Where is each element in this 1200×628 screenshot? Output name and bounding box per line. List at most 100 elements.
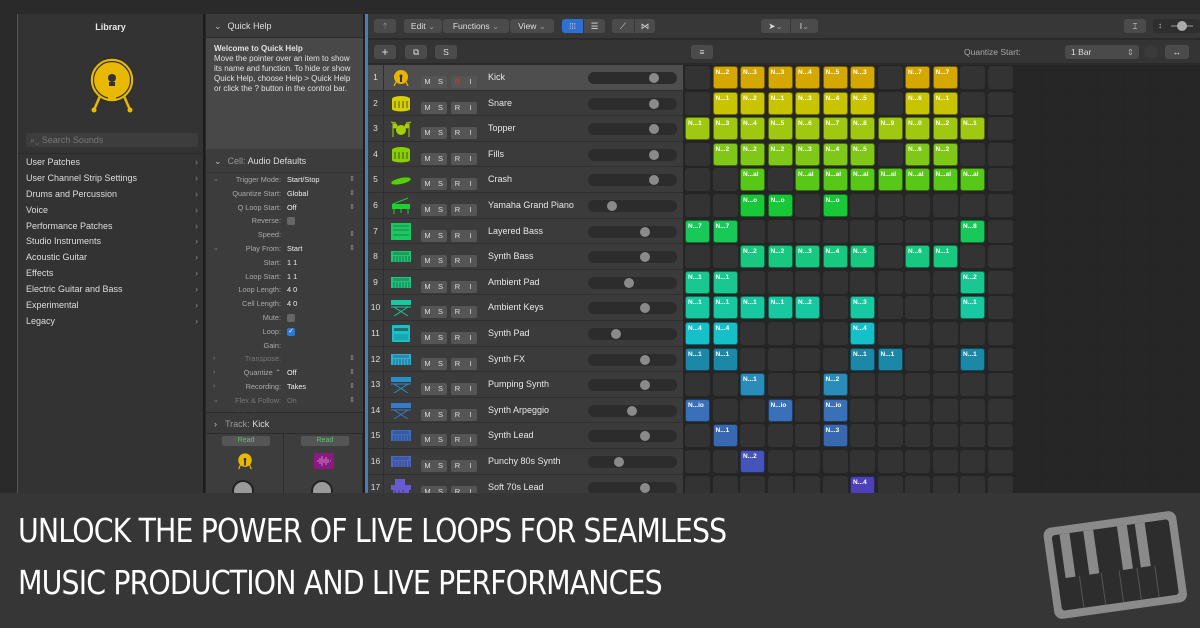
empty-cell-slot[interactable] bbox=[822, 219, 848, 243]
parameter-value[interactable]: 1 1 bbox=[287, 270, 297, 284]
solo-button[interactable]: S bbox=[434, 408, 447, 421]
empty-cell-slot[interactable] bbox=[1180, 219, 1200, 243]
loop-cell[interactable]: N...7 bbox=[822, 117, 848, 141]
track-row[interactable]: 11 MSRI Synth Pad bbox=[368, 321, 683, 347]
empty-cell-slot[interactable] bbox=[767, 450, 793, 473]
automation-mode-button[interactable]: Read bbox=[301, 436, 349, 446]
empty-cell-slot[interactable] bbox=[1015, 270, 1040, 294]
empty-cell-slot[interactable] bbox=[1015, 219, 1040, 243]
loop-cell[interactable]: N...2 bbox=[740, 91, 765, 115]
empty-cell-slot[interactable] bbox=[987, 91, 1013, 115]
loop-cell[interactable]: N...2 bbox=[712, 142, 738, 166]
record-enable-button[interactable]: R bbox=[451, 434, 464, 447]
empty-cell-slot[interactable] bbox=[1125, 142, 1150, 166]
record-enable-button[interactable]: R bbox=[451, 357, 464, 370]
input-monitor-button[interactable]: I bbox=[464, 306, 477, 319]
parameter-value[interactable]: Start bbox=[287, 242, 302, 256]
duplicate-button[interactable]: ⧉ bbox=[405, 45, 427, 59]
empty-cell-slot[interactable] bbox=[795, 322, 820, 345]
volume-slider[interactable] bbox=[588, 97, 677, 110]
track-row[interactable]: 10 MSRI Ambient Keys bbox=[368, 295, 683, 321]
spinner-icon[interactable]: ⇕ bbox=[349, 352, 355, 366]
spinner-icon[interactable]: ⇕ bbox=[349, 228, 355, 242]
empty-cell-slot[interactable] bbox=[1125, 270, 1150, 294]
empty-cell-slot[interactable] bbox=[1042, 194, 1068, 217]
empty-cell-slot[interactable] bbox=[850, 450, 875, 473]
pointer-tool-menu[interactable]: ➤⌄ bbox=[761, 19, 790, 33]
empty-cell-slot[interactable] bbox=[740, 398, 765, 422]
empty-cell-slot[interactable] bbox=[685, 66, 710, 89]
empty-cell-slot[interactable] bbox=[1152, 398, 1178, 422]
empty-cell-slot[interactable] bbox=[1180, 424, 1200, 448]
empty-cell-slot[interactable] bbox=[932, 424, 958, 448]
volume-slider[interactable] bbox=[588, 123, 677, 136]
volume-slider-thumb[interactable] bbox=[648, 73, 659, 83]
loop-cell[interactable]: N...1 bbox=[850, 347, 875, 371]
loop-cell[interactable]: N...3 bbox=[795, 245, 820, 269]
empty-cell-slot[interactable] bbox=[1070, 117, 1095, 141]
empty-cell-slot[interactable] bbox=[1180, 142, 1200, 166]
empty-cell-slot[interactable] bbox=[1070, 270, 1095, 294]
loop-cell[interactable]: N...1 bbox=[712, 270, 738, 294]
empty-cell-slot[interactable] bbox=[795, 270, 820, 294]
empty-cell-slot[interactable] bbox=[987, 66, 1013, 89]
empty-cell-slot[interactable] bbox=[877, 322, 903, 345]
empty-cell-slot[interactable] bbox=[932, 194, 958, 217]
empty-cell-slot[interactable] bbox=[1152, 245, 1178, 269]
volume-slider-thumb[interactable] bbox=[640, 482, 651, 493]
empty-cell-slot[interactable] bbox=[1042, 296, 1068, 320]
empty-cell-slot[interactable] bbox=[1070, 424, 1095, 448]
empty-cell-slot[interactable] bbox=[932, 219, 958, 243]
loop-cell[interactable]: N...3 bbox=[822, 424, 848, 448]
loop-cell[interactable]: N...5 bbox=[850, 91, 875, 115]
loop-cell[interactable]: N...4 bbox=[822, 245, 848, 269]
loop-cell[interactable]: N...al bbox=[822, 168, 848, 192]
library-category-item[interactable]: Voice › bbox=[18, 202, 204, 218]
empty-cell-slot[interactable] bbox=[987, 142, 1013, 166]
empty-cell-slot[interactable] bbox=[795, 398, 820, 422]
empty-cell-slot[interactable] bbox=[1180, 398, 1200, 422]
parameter-value[interactable]: Off bbox=[287, 366, 297, 380]
input-monitor-button[interactable]: I bbox=[464, 127, 477, 140]
empty-cell-slot[interactable] bbox=[987, 270, 1013, 294]
library-category-item[interactable]: Drums and Percussion › bbox=[18, 186, 204, 202]
empty-cell-slot[interactable] bbox=[987, 296, 1013, 320]
empty-cell-slot[interactable] bbox=[1152, 219, 1178, 243]
volume-slider[interactable] bbox=[588, 328, 677, 340]
empty-cell-slot[interactable] bbox=[767, 270, 793, 294]
empty-cell-slot[interactable] bbox=[1152, 296, 1178, 320]
empty-cell-slot[interactable] bbox=[877, 142, 903, 166]
empty-cell-slot[interactable] bbox=[1015, 398, 1040, 422]
loop-cell[interactable]: N...2 bbox=[767, 245, 793, 269]
solo-button[interactable]: S bbox=[434, 306, 447, 319]
empty-cell-slot[interactable] bbox=[1042, 117, 1068, 141]
spinner-icon[interactable]: ⇕ bbox=[349, 394, 355, 408]
empty-cell-slot[interactable] bbox=[850, 270, 875, 294]
empty-cell-slot[interactable] bbox=[932, 450, 958, 473]
empty-cell-slot[interactable] bbox=[1042, 373, 1068, 397]
loop-cell[interactable]: N...al bbox=[960, 168, 985, 192]
track-inspector-header[interactable]: › Track: Kick bbox=[206, 412, 363, 434]
empty-cell-slot[interactable] bbox=[877, 91, 903, 115]
empty-cell-slot[interactable] bbox=[960, 91, 985, 115]
empty-cell-slot[interactable] bbox=[850, 424, 875, 448]
empty-cell-slot[interactable] bbox=[685, 373, 710, 397]
empty-cell-slot[interactable] bbox=[740, 270, 765, 294]
empty-cell-slot[interactable] bbox=[877, 373, 903, 397]
loop-cell[interactable]: N...3 bbox=[712, 117, 738, 141]
parameter-value[interactable]: Takes bbox=[287, 380, 306, 394]
empty-cell-slot[interactable] bbox=[905, 194, 930, 217]
volume-slider-thumb[interactable] bbox=[648, 175, 659, 186]
loop-cell[interactable]: N...1 bbox=[712, 296, 738, 320]
empty-cell-slot[interactable] bbox=[1125, 424, 1150, 448]
empty-cell-slot[interactable] bbox=[1097, 424, 1123, 448]
input-monitor-button[interactable]: I bbox=[464, 357, 477, 370]
empty-cell-slot[interactable] bbox=[987, 245, 1013, 269]
empty-cell-slot[interactable] bbox=[1097, 398, 1123, 422]
empty-cell-slot[interactable] bbox=[1097, 347, 1123, 371]
empty-cell-slot[interactable] bbox=[1125, 296, 1150, 320]
loop-cell[interactable]: N...1 bbox=[740, 373, 765, 397]
library-category-item[interactable]: Legacy › bbox=[18, 313, 204, 329]
track-row[interactable]: 13 MSRI Pumping Synth bbox=[368, 372, 683, 398]
empty-cell-slot[interactable] bbox=[960, 142, 985, 166]
